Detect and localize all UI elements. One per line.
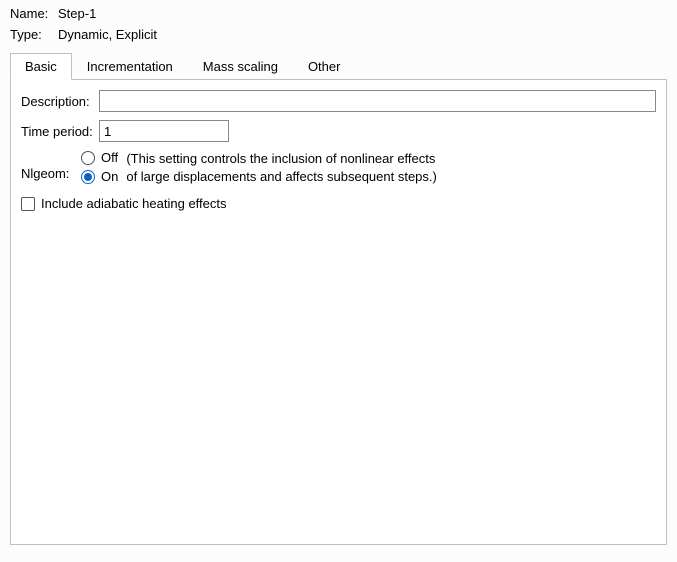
- tab-basic[interactable]: Basic: [10, 53, 72, 80]
- nlgeom-hint: (This setting controls the inclusion of …: [126, 150, 437, 186]
- nlgeom-on-radio[interactable]: On: [81, 169, 118, 184]
- adiabatic-checkbox[interactable]: [21, 197, 35, 211]
- type-label: Type:: [10, 27, 58, 42]
- type-value: Dynamic, Explicit: [58, 27, 157, 42]
- nlgeom-on-label: On: [101, 169, 118, 184]
- radio-off-icon: [81, 151, 95, 165]
- time-period-row: Time period:: [21, 120, 656, 142]
- name-row: Name: Step-1: [10, 6, 667, 21]
- time-period-label: Time period:: [21, 124, 99, 139]
- name-value: Step-1: [58, 6, 96, 21]
- adiabatic-label: Include adiabatic heating effects: [41, 196, 227, 211]
- description-label: Description:: [21, 94, 99, 109]
- nlgeom-hint-line2: of large displacements and affects subse…: [126, 168, 437, 186]
- name-label: Name:: [10, 6, 58, 21]
- step-editor-panel: Name: Step-1 Type: Dynamic, Explicit Bas…: [0, 0, 677, 551]
- nlgeom-radio-group: Off On: [81, 150, 118, 184]
- description-row: Description:: [21, 90, 656, 112]
- nlgeom-off-radio[interactable]: Off: [81, 150, 118, 165]
- tab-mass-scaling[interactable]: Mass scaling: [188, 53, 293, 80]
- radio-dot-icon: [84, 173, 92, 181]
- nlgeom-label: Nlgeom:: [21, 150, 81, 181]
- time-period-input[interactable]: [99, 120, 229, 142]
- type-row: Type: Dynamic, Explicit: [10, 27, 667, 42]
- description-input[interactable]: [99, 90, 656, 112]
- nlgeom-hint-line1: (This setting controls the inclusion of …: [126, 150, 437, 168]
- tab-incrementation[interactable]: Incrementation: [72, 53, 188, 80]
- radio-on-icon: [81, 170, 95, 184]
- tab-other[interactable]: Other: [293, 53, 356, 80]
- nlgeom-off-label: Off: [101, 150, 118, 165]
- nlgeom-row: Nlgeom: Off On (This setting controls th…: [21, 150, 656, 186]
- basic-tab-panel: Description: Time period: Nlgeom: Off On: [10, 79, 667, 545]
- adiabatic-row[interactable]: Include adiabatic heating effects: [21, 196, 656, 211]
- tab-bar: Basic Incrementation Mass scaling Other: [10, 52, 667, 79]
